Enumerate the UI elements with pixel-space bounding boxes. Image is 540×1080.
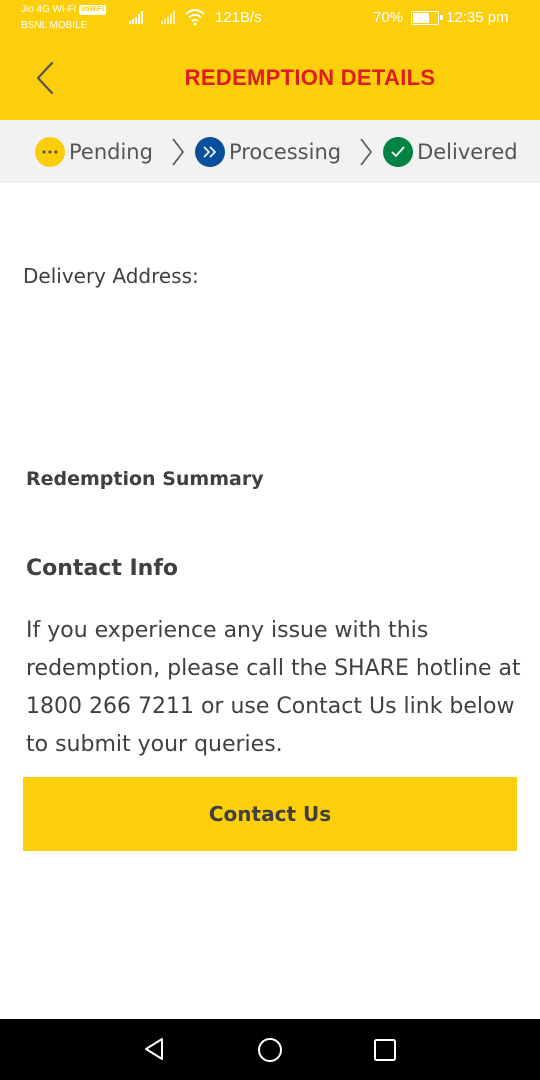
contact-info-text: If you experience any issue with this re… <box>26 618 521 757</box>
carrier-secondary: BSNL MOBILE <box>21 20 88 31</box>
check-icon <box>383 136 414 167</box>
redemption-summary-heading: Redemption Summary <box>26 468 264 490</box>
signal-strength-secondary-icon <box>161 10 175 24</box>
carrier-primary-label: Jio 4G Wi-Fi <box>21 4 76 15</box>
contact-info-heading: Contact Info <box>26 556 179 581</box>
nav-recent-apps-icon[interactable] <box>373 1038 397 1062</box>
step-pending: Pending <box>35 136 153 167</box>
battery-icon <box>411 11 443 25</box>
nav-home-icon[interactable] <box>257 1037 283 1063</box>
page-title: REDEMPTION DETAILS <box>184 65 436 90</box>
step-delivered-label: Delivered <box>417 139 518 164</box>
nav-back-icon[interactable] <box>141 1036 167 1062</box>
app-header: REDEMPTION DETAILS <box>0 38 540 120</box>
wifi-icon <box>185 9 205 26</box>
delivery-address-label: Delivery Address: <box>23 264 199 288</box>
double-chevron-right-icon <box>194 136 225 167</box>
battery-level <box>413 13 430 23</box>
carrier-primary: Jio 4G Wi-Fi VoWiFi <box>21 4 107 15</box>
status-bar: Jio 4G Wi-Fi VoWiFi BSNL MOBILE 121B/s 7… <box>0 0 540 38</box>
step-pending-label: Pending <box>69 139 153 164</box>
step-delivered: Delivered <box>383 136 518 167</box>
ellipsis-icon <box>35 136 65 167</box>
clock: 12:35 pm <box>446 9 509 26</box>
vowifi-badge: VoWiFi <box>79 4 107 15</box>
battery-percent: 70% <box>373 9 404 26</box>
redemption-progress-tracker: Pending Processing Delivered <box>0 120 540 183</box>
signal-strength-icon <box>129 10 143 24</box>
contact-us-button[interactable]: Contact Us <box>23 777 517 851</box>
chevron-right-icon <box>171 137 185 167</box>
chevron-right-icon <box>359 137 373 167</box>
system-navigation-bar <box>0 1019 540 1080</box>
step-processing-label: Processing <box>228 139 342 164</box>
network-speed: 121B/s <box>215 9 262 26</box>
step-processing: Processing <box>194 136 342 167</box>
